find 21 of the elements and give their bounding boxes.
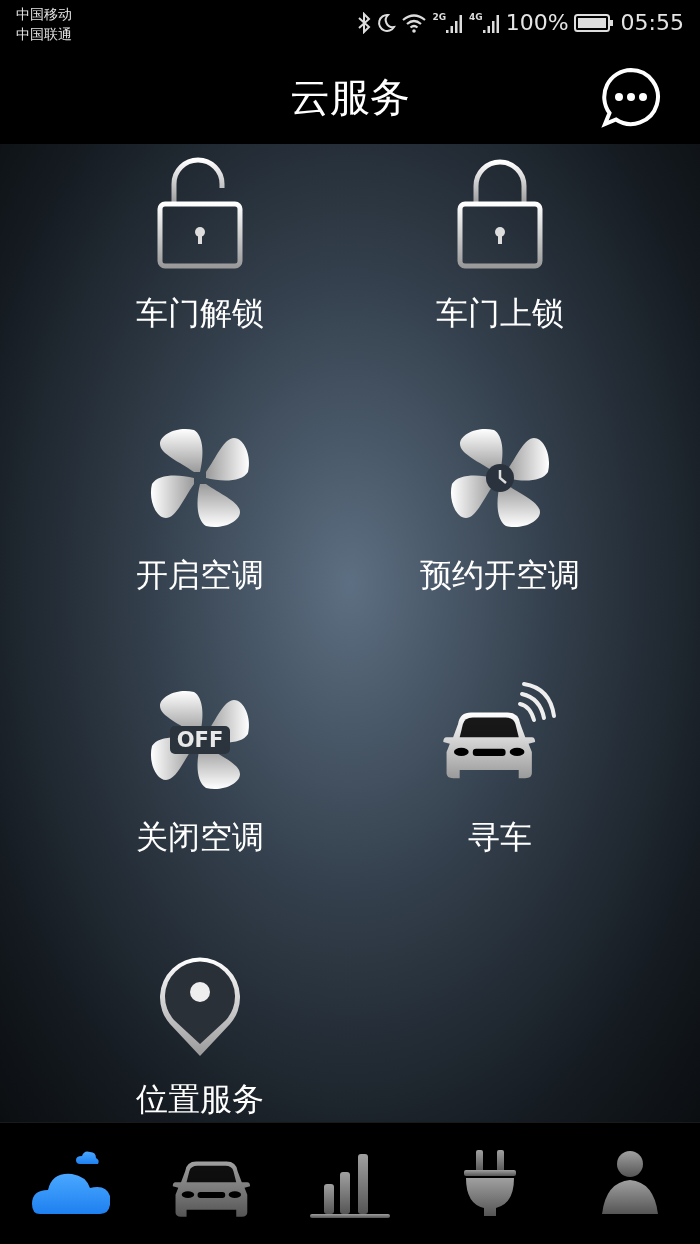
service-button[interactable]: 开启空调 (50, 406, 350, 668)
service-button[interactable]: 寻车 (350, 668, 650, 930)
service-button[interactable]: 车门上锁 (350, 144, 650, 406)
service-button[interactable]: 预约开空调 (350, 406, 650, 668)
page-title: 云服务 (290, 73, 410, 122)
wifi-icon (401, 13, 428, 33)
signal-icon (482, 12, 501, 34)
network-type: 4G (469, 12, 483, 22)
battery-icon (573, 13, 614, 33)
carrier-name: 中国移动 (16, 5, 72, 24)
service-button[interactable]: 车门解锁 (50, 144, 350, 406)
network-type: 2G (432, 12, 447, 22)
clock-time: 05:55 (620, 10, 684, 36)
battery-percent: 100% (505, 10, 569, 36)
carrier-name: 中国联通 (16, 25, 72, 44)
moon-icon (376, 13, 397, 33)
off-label: OFF (170, 726, 230, 754)
service-button[interactable]: OFF 关闭空调 (50, 668, 350, 930)
message-button[interactable] (600, 66, 662, 128)
signal-icon (446, 12, 465, 34)
bluetooth-icon (357, 12, 372, 34)
